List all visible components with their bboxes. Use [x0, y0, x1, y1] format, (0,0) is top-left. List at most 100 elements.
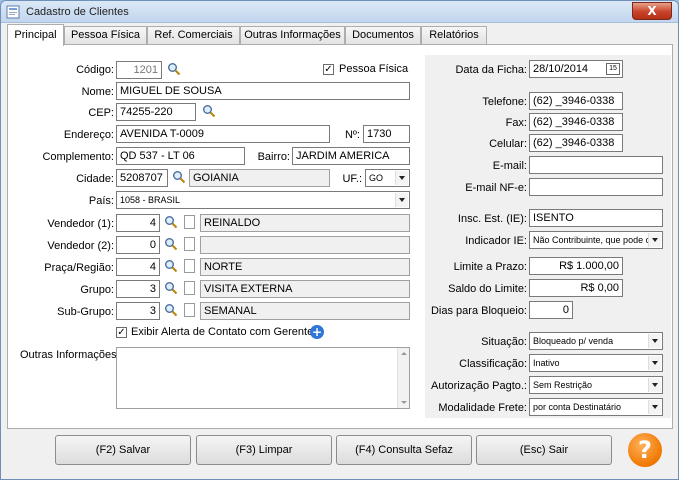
praca-label: Praça/Região:	[44, 262, 114, 274]
document-icon[interactable]	[184, 303, 195, 317]
clear-button[interactable]: (F3) Limpar	[196, 435, 332, 465]
cep-label: CEP:	[88, 107, 114, 119]
nome-field[interactable]: MIGUEL DE SOUSA	[116, 82, 410, 100]
email-nfe-field[interactable]	[529, 178, 663, 196]
complemento-label: Complemento:	[42, 151, 114, 163]
tab-pessoa-fisica[interactable]: Pessoa Física	[64, 26, 147, 45]
vendedor1-code-field[interactable]: 4	[116, 214, 160, 232]
chevron-down-icon	[648, 334, 661, 348]
tab-outras-informacoes[interactable]: Outras Informações	[240, 26, 345, 45]
search-icon[interactable]	[167, 62, 181, 76]
classificacao-value: Inativo	[533, 358, 560, 368]
celular-field[interactable]: (62) _3946-0338	[529, 134, 623, 152]
dias-bloqueio-label: Dias para Bloqueio:	[430, 305, 527, 317]
situacao-value: Bloqueado p/ venda	[533, 336, 614, 346]
autorizacao-select[interactable]: Sem Restrição	[529, 376, 663, 394]
tab-relatorios[interactable]: Relatórios	[421, 26, 487, 45]
chevron-down-icon	[648, 356, 661, 370]
codigo-field[interactable]: 1201	[116, 61, 162, 79]
praca-code-field[interactable]: 4	[116, 258, 160, 276]
indicador-ie-label: Indicador IE:	[465, 235, 527, 247]
uf-value: GO	[369, 173, 384, 183]
document-icon[interactable]	[184, 237, 195, 251]
dias-bloqueio-field[interactable]: 0	[529, 301, 573, 319]
grupo-label: Grupo:	[80, 284, 114, 296]
tab-ref-comerciais[interactable]: Ref. Comerciais	[147, 26, 240, 45]
data-ficha-value: 28/10/2014	[533, 63, 589, 75]
chevron-down-icon	[648, 378, 661, 392]
vendedor2-code-field[interactable]: 0	[116, 236, 160, 254]
insc-est-field[interactable]: ISENTO	[529, 209, 663, 227]
vendedor2-name-field	[200, 236, 410, 254]
modalidade-select[interactable]: por conta Destinatário	[529, 398, 663, 416]
right-panel: Data da Ficha: 28/10/2014 15 Telefone: (…	[425, 55, 671, 418]
alerta-label: Exibir Alerta de Contato com Gerente	[131, 326, 314, 338]
document-icon[interactable]	[184, 259, 195, 273]
scroll-up-icon[interactable]	[401, 352, 407, 355]
autorizacao-label: Autorização Pagto.:	[430, 380, 527, 392]
title-bar: Cadastro de Clientes X	[1, 1, 678, 23]
indicador-ie-select[interactable]: Não Contribuinte, que pode ou	[529, 231, 663, 249]
email-field[interactable]	[529, 156, 663, 174]
situacao-select[interactable]: Bloqueado p/ venda	[529, 332, 663, 350]
pais-value: 1058 - BRASIL	[120, 195, 181, 205]
bairro-field[interactable]: JARDIM AMERICA	[292, 147, 410, 165]
modalidade-value: por conta Destinatário	[533, 402, 622, 412]
complemento-field[interactable]: QD 537 - LT 06	[116, 147, 245, 165]
alerta-checkbox[interactable]: ✓	[116, 327, 127, 338]
pessoa-fisica-label: Pessoa Física	[339, 63, 409, 75]
praca-name-field: NORTE	[200, 258, 410, 276]
cidade-code-field[interactable]: 5208707	[116, 169, 168, 187]
subgrupo-code-field[interactable]: 3	[116, 302, 160, 320]
consulta-sefaz-button[interactable]: (F4) Consulta Sefaz	[336, 435, 472, 465]
uf-label: UF.:	[342, 173, 362, 185]
pais-select[interactable]: 1058 - BRASIL	[116, 191, 410, 209]
exit-button[interactable]: (Esc) Sair	[476, 435, 612, 465]
cep-field[interactable]: 74255-220	[116, 103, 196, 121]
search-icon[interactable]	[172, 170, 186, 184]
saldo-field[interactable]: R$ 0,00	[529, 279, 623, 297]
vendedor1-label: Vendedor (1):	[47, 218, 114, 230]
document-icon[interactable]	[184, 215, 195, 229]
close-button[interactable]: X	[632, 2, 672, 20]
search-icon[interactable]	[164, 215, 178, 229]
search-icon[interactable]	[164, 259, 178, 273]
fax-field[interactable]: (62) _3946-0338	[529, 113, 623, 131]
classificacao-select[interactable]: Inativo	[529, 354, 663, 372]
bairro-label: Bairro:	[257, 151, 290, 163]
telefone-label: Telefone:	[482, 96, 527, 108]
situacao-label: Situação:	[481, 336, 527, 348]
add-icon[interactable]: +	[310, 325, 324, 339]
vertical-scrollbar[interactable]	[397, 348, 409, 408]
save-button[interactable]: (F2) Salvar	[55, 435, 191, 465]
saldo-label: Saldo do Limite:	[448, 283, 527, 295]
help-icon[interactable]: ?	[628, 433, 662, 467]
tab-principal[interactable]: Principal	[7, 24, 64, 46]
calendar-icon[interactable]: 15	[606, 63, 620, 75]
vendedor1-name-field: REINALDO	[200, 214, 410, 232]
subgrupo-label: Sub-Grupo:	[57, 306, 114, 318]
autorizacao-value: Sem Restrição	[533, 380, 593, 390]
uf-select[interactable]: GO	[365, 169, 410, 187]
main-window: Cadastro de Clientes X Principal Pessoa …	[0, 0, 679, 480]
insc-est-label: Insc. Est. (IE):	[457, 213, 527, 225]
telefone-field[interactable]: (62) _3946-0338	[529, 92, 623, 110]
email-nfe-label: E-mail NF-e:	[465, 182, 527, 194]
tab-documentos[interactable]: Documentos	[345, 26, 421, 45]
scroll-down-icon[interactable]	[401, 401, 407, 404]
principal-panel: Código: 1201 ✓ Pessoa Física Nome: MIGUE…	[7, 44, 673, 429]
numero-field[interactable]: 1730	[363, 125, 410, 143]
limite-field[interactable]: R$ 1.000,00	[529, 257, 623, 275]
document-icon[interactable]	[184, 281, 195, 295]
codigo-label: Código:	[76, 64, 114, 76]
pessoa-fisica-checkbox[interactable]: ✓	[323, 64, 334, 75]
search-icon[interactable]	[164, 237, 178, 251]
endereco-field[interactable]: AVENIDA T-0009	[116, 125, 330, 143]
search-icon[interactable]	[164, 303, 178, 317]
subgrupo-name-field: SEMANAL	[200, 302, 410, 320]
outras-informacoes-textarea[interactable]	[116, 347, 410, 409]
search-icon[interactable]	[202, 104, 216, 118]
grupo-code-field[interactable]: 3	[116, 280, 160, 298]
email-label: E-mail:	[492, 160, 527, 172]
search-icon[interactable]	[164, 281, 178, 295]
